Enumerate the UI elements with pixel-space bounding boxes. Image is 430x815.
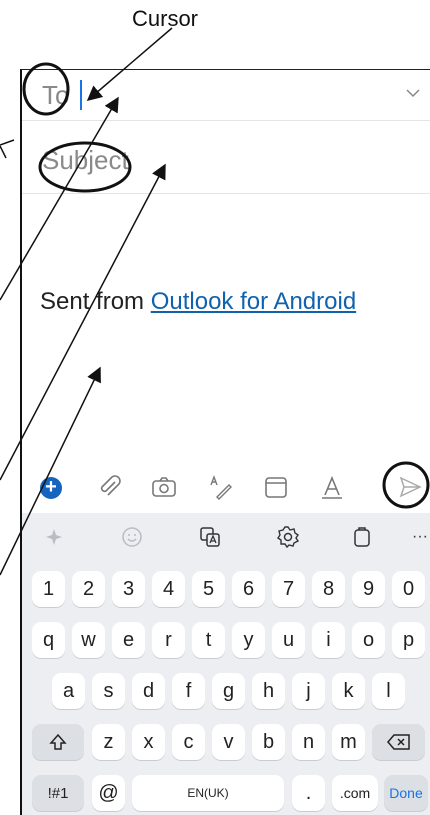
shift-key[interactable] [32,724,84,760]
key-2[interactable]: 2 [72,571,105,607]
key-k[interactable]: k [332,673,365,709]
key-e[interactable]: e [112,622,145,658]
key-q[interactable]: q [32,622,65,658]
key-n[interactable]: n [292,724,325,760]
phone-screen: To Subject Sent from Outlook for Android… [20,69,430,815]
camera-icon[interactable] [150,473,178,501]
key-s[interactable]: s [92,673,125,709]
key-r[interactable]: r [152,622,185,658]
key-i[interactable]: i [312,622,345,658]
key-a[interactable]: a [52,673,85,709]
key-8[interactable]: 8 [312,571,345,607]
outlook-link[interactable]: Outlook for Android [151,288,356,315]
key-6[interactable]: 6 [232,571,265,607]
symbols-key[interactable]: !#1 [32,775,84,811]
key-w[interactable]: w [72,622,105,658]
key-4[interactable]: 4 [152,571,185,607]
to-field-row[interactable]: To [22,70,430,121]
on-screen-keyboard: ··· 1 2 3 4 5 6 7 8 9 0 q w e r t y u i … [22,513,430,815]
key-u[interactable]: u [272,622,305,658]
done-key[interactable]: Done [384,775,428,811]
chevron-down-icon[interactable] [404,84,422,102]
subject-field[interactable]: Subject [42,145,129,176]
letter-row-1: q w e r t y u i o p [22,622,430,658]
emoji-icon[interactable] [118,523,146,551]
number-row: 1 2 3 4 5 6 7 8 9 0 [22,571,430,607]
key-g[interactable]: g [212,673,245,709]
text-cursor [80,80,82,110]
backspace-icon [386,733,411,751]
key-1[interactable]: 1 [32,571,65,607]
key-m[interactable]: m [332,724,365,760]
settings-icon[interactable] [274,523,302,551]
key-x[interactable]: x [132,724,165,760]
format-icon[interactable] [318,473,346,501]
calendar-icon[interactable] [262,473,290,501]
key-b[interactable]: b [252,724,285,760]
ai-sparkle-icon[interactable] [40,523,68,551]
annotation-mark [0,145,7,159]
more-icon[interactable]: ··· [406,523,430,551]
key-3[interactable]: 3 [112,571,145,607]
compose-toolbar: + [22,465,430,513]
to-field[interactable]: To [42,80,69,111]
keyboard-toolbar: ··· [22,513,430,561]
letter-row-2: a s d f g h j k l [22,673,430,709]
period-key[interactable]: . [292,775,325,811]
key-9[interactable]: 9 [352,571,385,607]
send-icon[interactable] [396,473,424,501]
key-0[interactable]: 0 [392,571,425,607]
key-z[interactable]: z [92,724,125,760]
shift-icon [48,732,68,752]
annotation-arrow [0,139,15,146]
key-h[interactable]: h [252,673,285,709]
space-key[interactable]: EN(UK) [132,775,284,811]
key-c[interactable]: c [172,724,205,760]
letter-row-3: z x c v b n m [22,724,430,760]
clipboard-icon[interactable] [348,523,376,551]
key-o[interactable]: o [352,622,385,658]
cursor-annotation-label: Cursor [132,6,199,31]
dotcom-key[interactable]: .com [332,775,378,811]
key-d[interactable]: d [132,673,165,709]
key-f[interactable]: f [172,673,205,709]
backspace-key[interactable] [372,724,425,760]
subject-field-row[interactable]: Subject [22,120,430,194]
key-5[interactable]: 5 [192,571,225,607]
key-v[interactable]: v [212,724,245,760]
plus-icon[interactable]: + [40,477,62,499]
key-l[interactable]: l [372,673,405,709]
key-j[interactable]: j [292,673,325,709]
attach-icon[interactable] [96,473,124,501]
key-y[interactable]: y [232,622,265,658]
message-body[interactable]: Sent from Outlook for Android [40,288,356,316]
key-p[interactable]: p [392,622,425,658]
draw-icon[interactable] [207,473,235,501]
at-key[interactable]: @ [92,775,125,811]
translate-icon[interactable] [196,523,224,551]
key-7[interactable]: 7 [272,571,305,607]
signature-prefix: Sent from [40,288,151,315]
key-t[interactable]: t [192,622,225,658]
bottom-row: !#1 @ EN(UK) . .com Done [22,775,430,811]
